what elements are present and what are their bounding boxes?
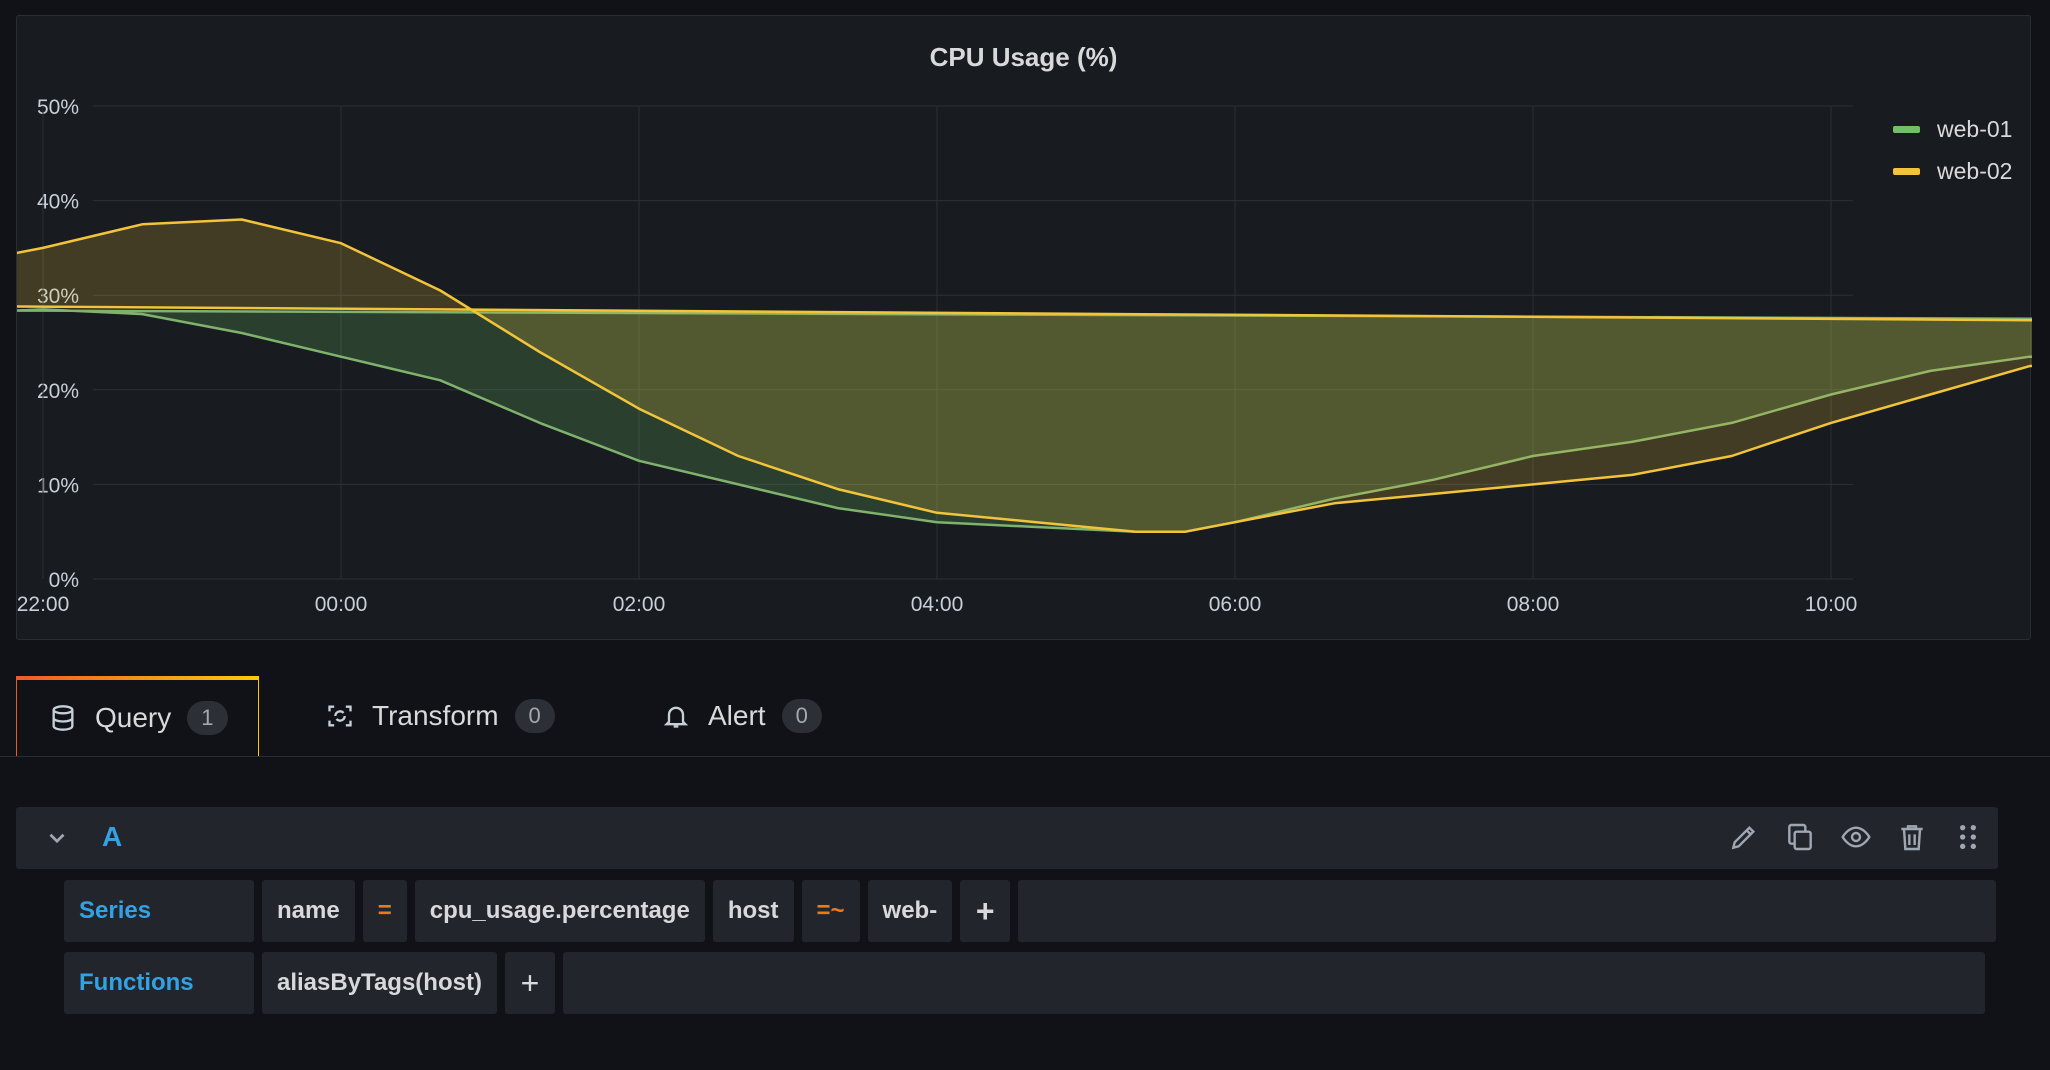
- x-tick-label: 08:00: [1507, 593, 1560, 616]
- tag-operator-equals[interactable]: =: [362, 880, 407, 942]
- chevron-down-icon[interactable]: [44, 825, 70, 851]
- legend: web-01 web-02: [1893, 108, 2012, 192]
- tag-value-host[interactable]: web-: [867, 880, 953, 942]
- tab-count-badge: 1: [187, 701, 228, 735]
- legend-swatch: [1893, 167, 1920, 175]
- tag-key-name[interactable]: name: [262, 880, 355, 942]
- database-icon: [52, 705, 74, 731]
- tab-label: Query: [95, 702, 172, 733]
- x-tick-label: 04:00: [911, 593, 964, 616]
- cpu-usage-chart: 0%10%20%30%40%50%22:0000:0002:0004:0006:…: [17, 96, 2032, 616]
- legend-label: web-01: [1937, 115, 2013, 142]
- functions-row: Functions aliasByTags(host) +: [64, 952, 1985, 1014]
- add-function-button[interactable]: +: [504, 952, 555, 1014]
- tab-alert[interactable]: Alert 0: [630, 676, 870, 756]
- tab-count-badge: 0: [514, 699, 555, 733]
- legend-label: web-02: [1937, 157, 2013, 184]
- pencil-icon[interactable]: [1728, 821, 1760, 853]
- functions-row-filler: [562, 952, 1985, 1014]
- y-tick-label: 0%: [49, 569, 79, 592]
- x-tick-label: 00:00: [315, 593, 368, 616]
- editor-tabs: Query 1 Transform 0 Alert 0: [0, 676, 2050, 757]
- functions-label: Functions: [64, 952, 254, 1014]
- drag-handle-icon[interactable]: [1952, 821, 1984, 853]
- add-tag-button[interactable]: +: [960, 880, 1011, 942]
- x-tick-label: 02:00: [613, 593, 666, 616]
- x-tick-label: 10:00: [1805, 593, 1858, 616]
- query-actions: [1728, 821, 1984, 853]
- query-editor: A Series name = cpu_usage.percentage hos…: [0, 757, 2050, 1070]
- series-row-filler: [1018, 880, 1997, 942]
- bell-icon: [663, 706, 689, 728]
- tag-operator-regex[interactable]: =~: [801, 880, 860, 942]
- eye-icon[interactable]: [1840, 821, 1872, 853]
- series-row: Series name = cpu_usage.percentage host …: [64, 880, 1997, 942]
- tab-transform[interactable]: Transform 0: [294, 676, 594, 756]
- tab-count-badge: 0: [781, 699, 822, 733]
- copy-icon[interactable]: [1784, 821, 1816, 853]
- transform-icon: [328, 705, 352, 727]
- tab-query[interactable]: Query 1: [16, 676, 259, 756]
- tag-key-host[interactable]: host: [712, 880, 794, 942]
- tab-label: Alert: [708, 700, 766, 731]
- function-alias-by-tags[interactable]: aliasByTags(host): [262, 952, 497, 1014]
- legend-item-web-02[interactable]: web-02: [1893, 150, 2012, 192]
- tag-value-name[interactable]: cpu_usage.percentage: [414, 880, 705, 942]
- trash-icon[interactable]: [1896, 821, 1928, 853]
- x-tick-label: 22:00: [17, 593, 69, 616]
- query-row-header[interactable]: A: [16, 807, 1998, 869]
- tab-label: Transform: [372, 700, 499, 731]
- graph-panel: CPU Usage (%) 0%10%20%30%40%50%22:0000:0…: [16, 15, 2032, 640]
- legend-item-web-01[interactable]: web-01: [1893, 108, 2012, 150]
- x-tick-label: 06:00: [1209, 593, 1262, 616]
- series-label: Series: [64, 880, 254, 942]
- legend-swatch: [1893, 125, 1920, 133]
- query-ref-id[interactable]: A: [102, 821, 122, 853]
